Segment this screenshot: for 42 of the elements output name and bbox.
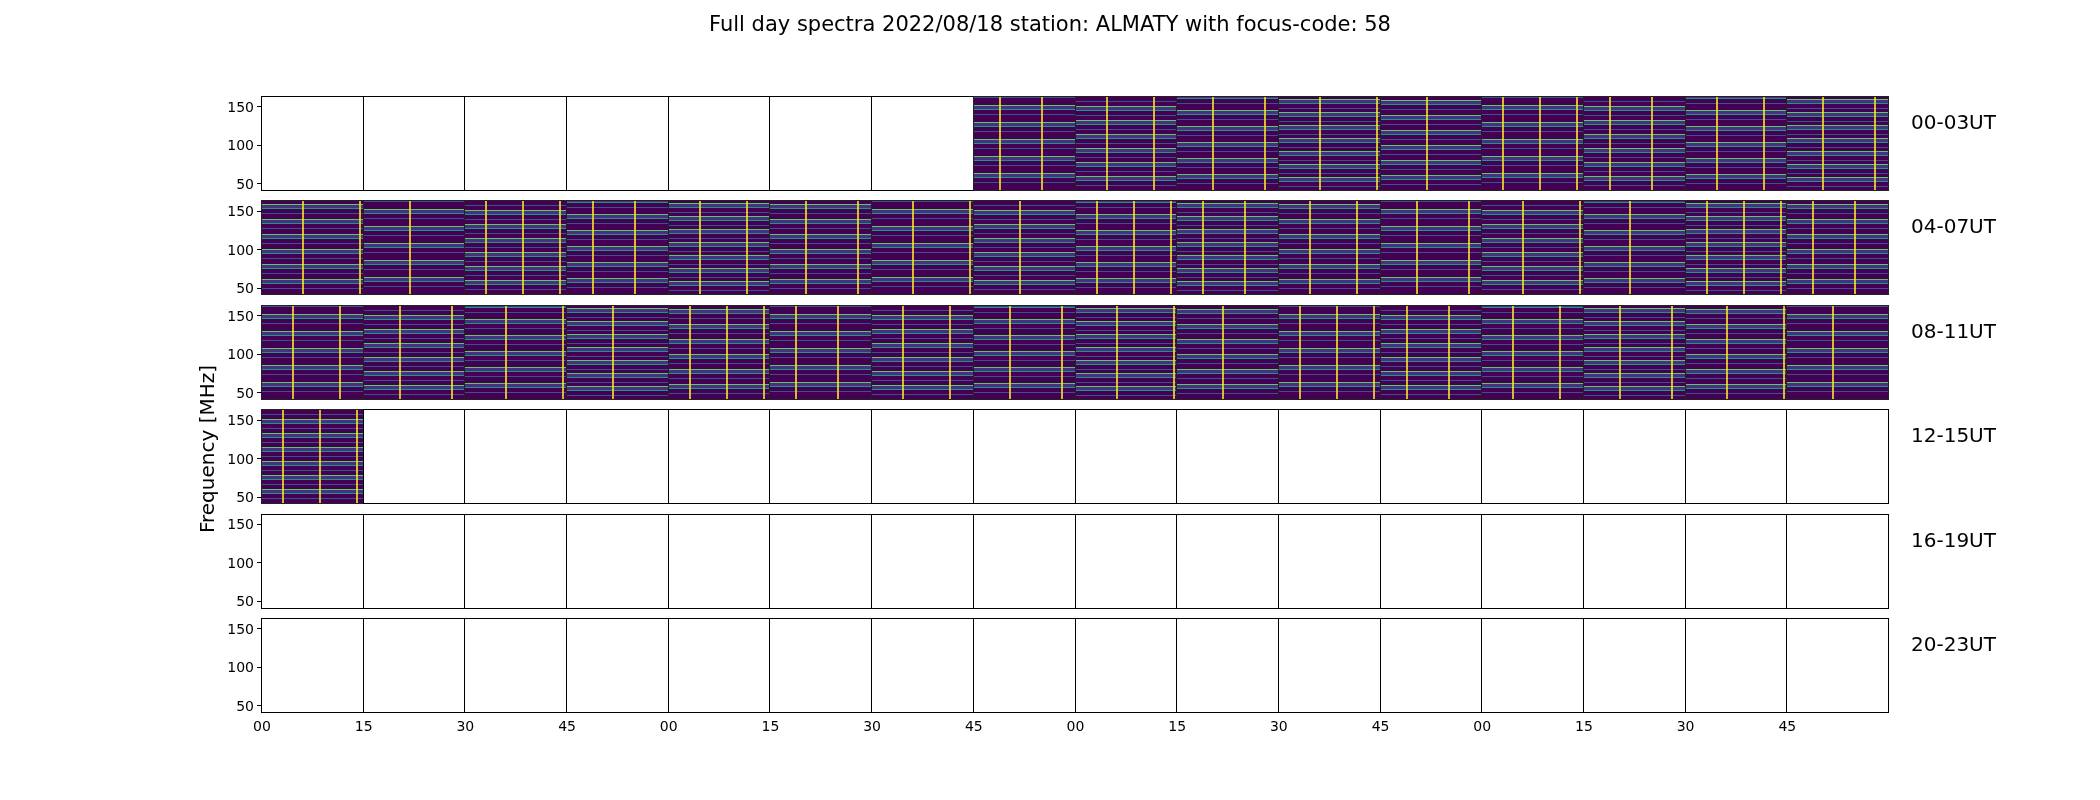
y-tick-label: 150 bbox=[227, 307, 254, 324]
x-tick-label: 30 bbox=[1676, 718, 1695, 735]
y-axis-label: Frequency [MHz] bbox=[195, 364, 219, 534]
x-tick-label: 15 bbox=[354, 718, 373, 735]
x-tick-label: 45 bbox=[558, 718, 576, 735]
y-tick-label: 150 bbox=[227, 98, 254, 115]
y-tick-label: 50 bbox=[236, 175, 254, 192]
y-tick-label: 50 bbox=[236, 697, 254, 714]
row-time-label: 12-15UT bbox=[1911, 422, 1996, 450]
row-time-label: 08-11UT bbox=[1911, 317, 1996, 345]
x-tick-label: 30 bbox=[863, 718, 882, 735]
row-time-label: 00-03UT bbox=[1911, 109, 1996, 136]
y-tick-label: 100 bbox=[227, 450, 254, 467]
x-tick-label: 00 bbox=[1473, 718, 1492, 735]
x-tick-label: 00 bbox=[659, 718, 678, 735]
y-tick-label: 150 bbox=[227, 203, 254, 220]
x-tick-label: 30 bbox=[1269, 718, 1288, 735]
x-tick-label: 00 bbox=[1066, 718, 1085, 735]
y-tick-label: 100 bbox=[227, 659, 254, 676]
x-tick-label: 15 bbox=[1575, 718, 1593, 735]
y-tick-label: 150 bbox=[227, 412, 254, 429]
y-tick-label: 50 bbox=[236, 593, 254, 610]
row-time-label: 16-19UT bbox=[1911, 526, 1996, 554]
y-tick-label: 100 bbox=[227, 554, 254, 571]
x-tick-label: 45 bbox=[1778, 718, 1797, 735]
y-tick-label: 50 bbox=[236, 280, 254, 297]
x-tick-label: 45 bbox=[1371, 718, 1390, 735]
y-tick-label: 100 bbox=[227, 241, 254, 258]
y-tick-label: 100 bbox=[227, 137, 254, 154]
y-tick-label: 150 bbox=[227, 516, 254, 533]
x-tick-label: 15 bbox=[761, 718, 780, 735]
row-time-label: 20-23UT bbox=[1911, 630, 1996, 658]
x-tick-label: 00 bbox=[253, 718, 271, 735]
x-tick-label: 15 bbox=[1168, 718, 1187, 735]
y-tick-label: 50 bbox=[236, 489, 254, 506]
x-tick-label: 30 bbox=[456, 718, 475, 735]
figure-title: Full day spectra 2022/08/18 station: ALMATY with focus-code: 58 bbox=[708, 11, 1392, 38]
y-tick-label: 100 bbox=[227, 346, 254, 363]
row-time-label: 04-07UT bbox=[1911, 213, 1996, 241]
y-tick-label: 150 bbox=[227, 620, 254, 637]
y-tick-label: 50 bbox=[236, 384, 254, 401]
x-tick-label: 45 bbox=[964, 718, 983, 735]
